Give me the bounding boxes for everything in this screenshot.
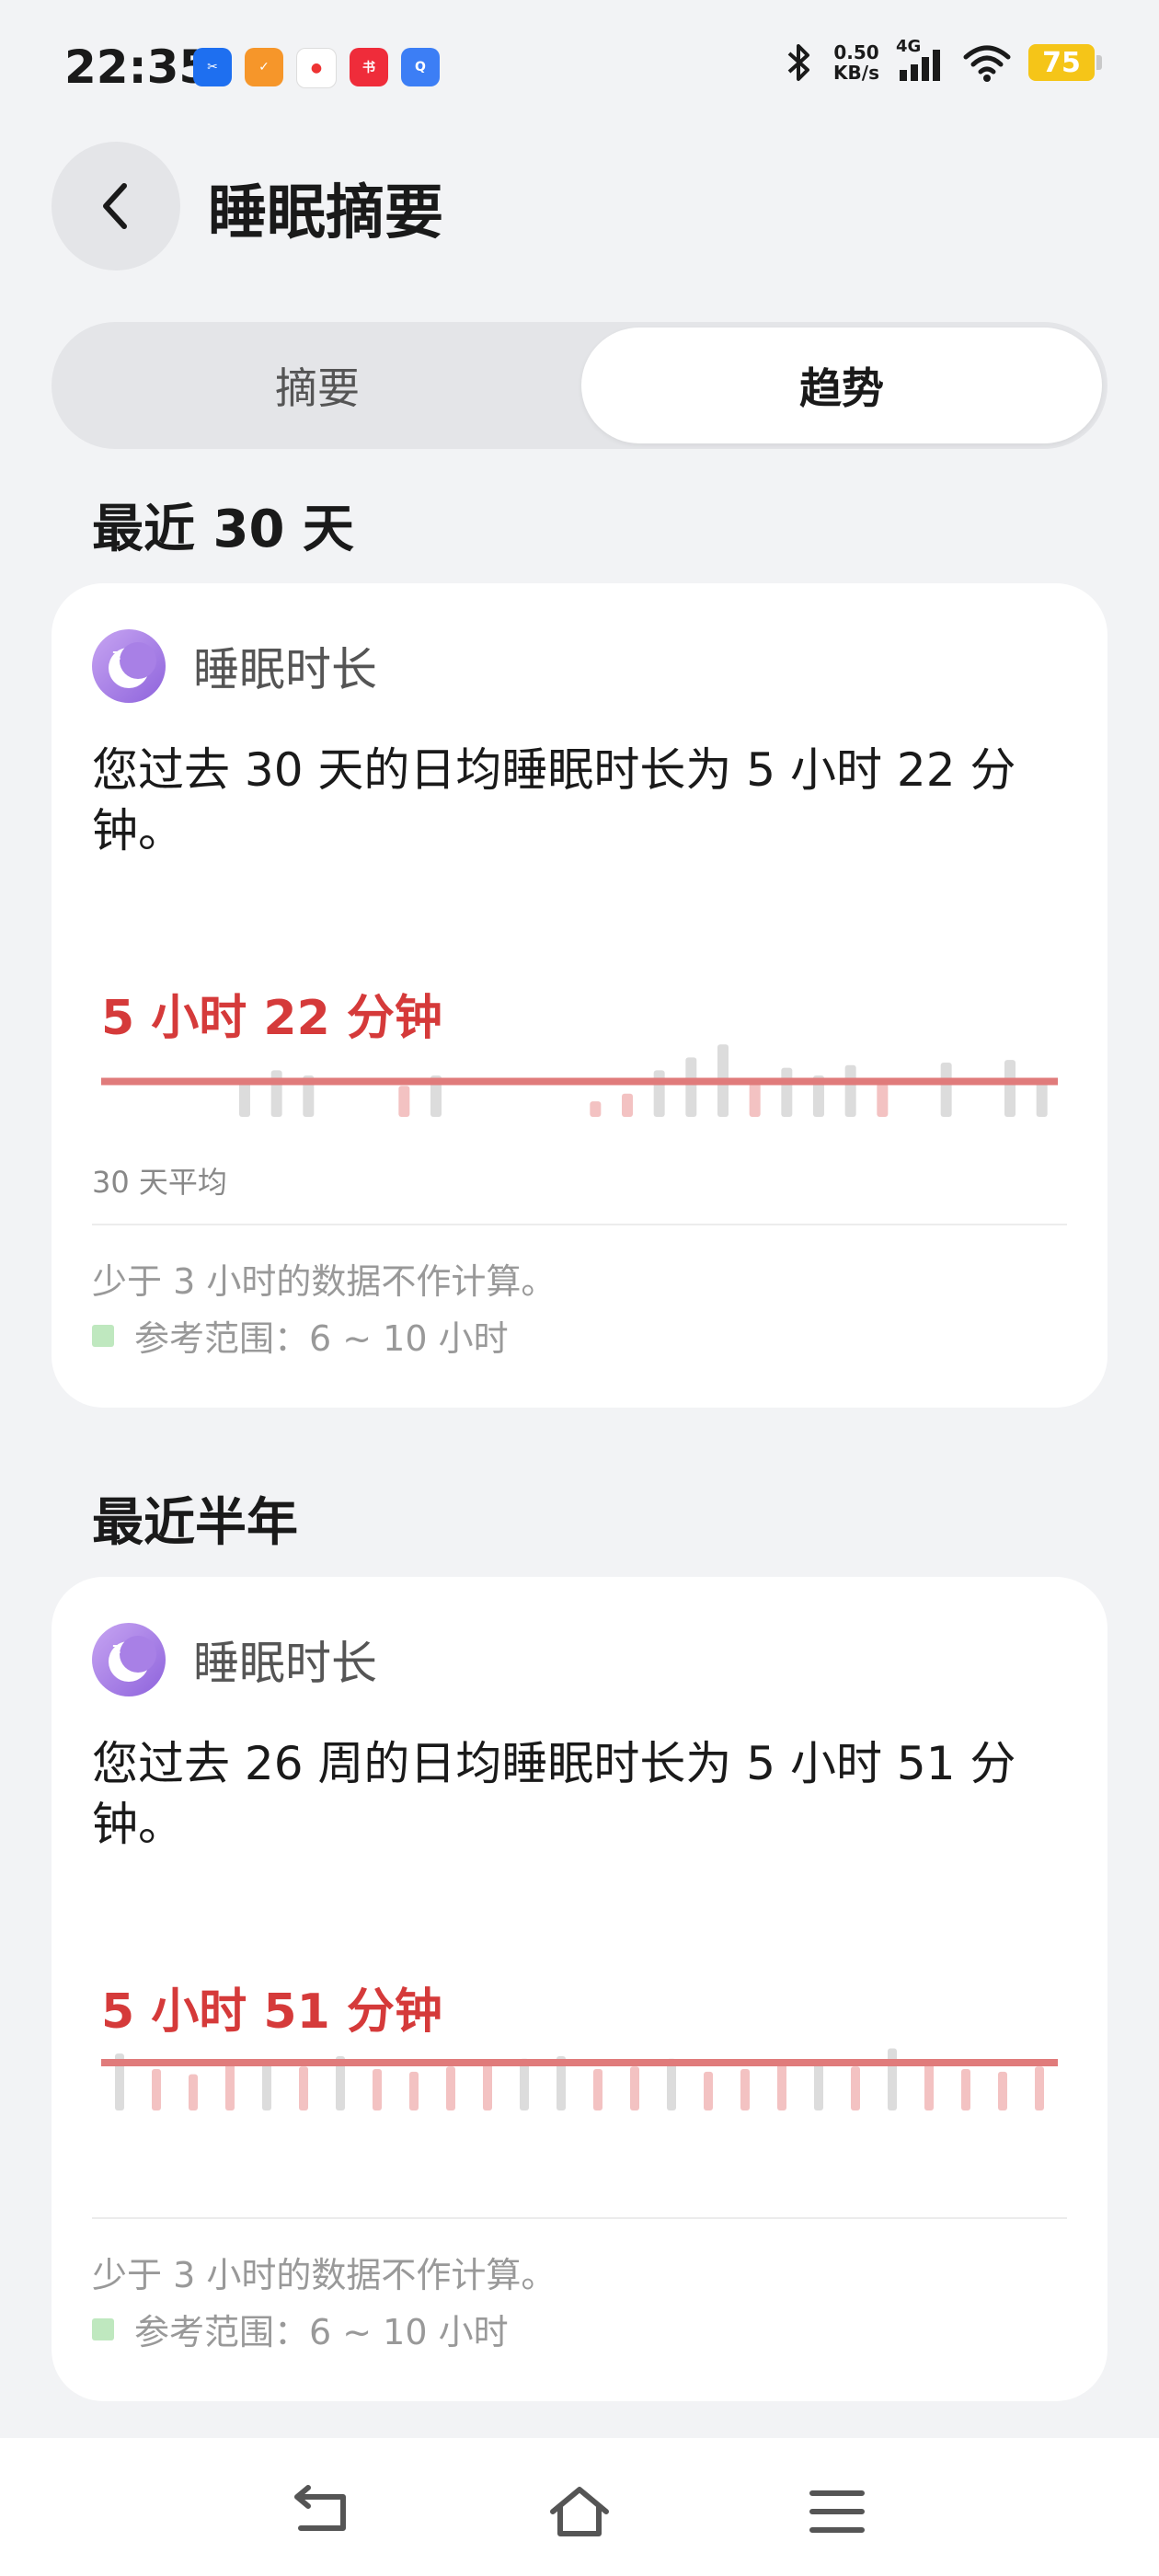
sleep-moon-icon: z xyxy=(92,1623,166,1696)
card-description: 您过去 26 周的日均睡眠时长为 5 小时 51 分钟。 xyxy=(92,1737,1016,1851)
average-caption: 30 天平均 xyxy=(92,1165,227,1200)
sleep-moon-icon: z xyxy=(92,629,166,703)
chart-bar xyxy=(961,2069,970,2110)
data-note: 少于 3 小时的数据不作计算。 xyxy=(92,1261,557,1302)
battery-indicator: 75 xyxy=(1028,44,1102,81)
signal-icon: 4G xyxy=(896,37,946,83)
chart-bar xyxy=(1035,2066,1044,2110)
chart-bar xyxy=(152,2069,161,2110)
card-header: z 睡眠时长 xyxy=(92,1623,377,1696)
tab-summary[interactable]: 摘要 xyxy=(57,328,578,443)
wifi-icon xyxy=(963,45,1011,82)
reference-legend: 参考范围：6 ~ 10 小时 xyxy=(92,1310,509,1361)
chart-bar xyxy=(1036,1080,1048,1117)
chart-bar xyxy=(299,2066,308,2110)
card-label: 睡眠时长 xyxy=(193,643,377,696)
card-label: 睡眠时长 xyxy=(193,1637,377,1690)
chart-bar xyxy=(749,1083,761,1117)
network-speed-unit: KB/s xyxy=(833,62,879,84)
chart-bar xyxy=(685,1057,697,1117)
chart-bar xyxy=(667,2058,676,2110)
section-title-30-days: 最近 30 天 xyxy=(92,500,354,559)
chart-bar xyxy=(1004,1060,1016,1117)
reference-swatch xyxy=(92,1324,114,1347)
chart-bar xyxy=(877,1083,889,1117)
app-orange-icon: ✓ xyxy=(245,48,283,86)
maps-icon: ● xyxy=(296,48,337,88)
average-label: 5 小时 51 分钟 xyxy=(101,1984,442,2040)
card-description: 您过去 30 天的日均睡眠时长为 5 小时 22 分钟。 xyxy=(92,743,1016,857)
chart-bar xyxy=(262,2061,271,2110)
chart-bar xyxy=(446,2066,455,2110)
section-title-half-year: 最近半年 xyxy=(92,1493,298,1553)
chart-bar xyxy=(483,2064,492,2110)
nav-menu-button[interactable] xyxy=(805,2484,869,2539)
nav-back-button[interactable] xyxy=(290,2484,354,2539)
reference-range-text: 参考范围：6 ~ 10 小时 xyxy=(134,1318,509,1359)
reference-swatch xyxy=(92,2317,114,2340)
chart-bar xyxy=(888,2048,897,2110)
chart-bar xyxy=(630,2066,639,2110)
chart-bar xyxy=(777,2064,786,2110)
nav-home-button[interactable] xyxy=(547,2484,612,2539)
sleep-duration-card-half-year[interactable]: z 睡眠时长 您过去 26 周的日均睡眠时长为 5 小时 51 分钟。 5 小时… xyxy=(52,1577,1107,2401)
chart-bar xyxy=(409,2071,419,2110)
chart-bar xyxy=(851,2066,860,2110)
chart-bar xyxy=(225,2064,235,2110)
system-nav-bar xyxy=(0,2438,1159,2576)
xiaohongshu-icon: 书 xyxy=(350,48,388,86)
back-button[interactable] xyxy=(52,142,180,270)
reference-range-text: 参考范围：6 ~ 10 小时 xyxy=(134,2312,509,2352)
chart-bar xyxy=(520,2058,529,2110)
chart-bar xyxy=(844,1064,856,1117)
chart-bar xyxy=(998,2071,1007,2110)
chart-bar xyxy=(781,1067,793,1117)
chart-bar xyxy=(189,2074,198,2110)
chart-bar xyxy=(814,2061,823,2110)
status-bar: 22:35 ✂ ✓ ● 书 Q 0.50 KB/s 4G 75 xyxy=(0,0,1159,138)
divider xyxy=(92,2217,1067,2219)
chart-bar xyxy=(593,2069,602,2110)
tab-trend[interactable]: 趋势 xyxy=(581,328,1102,443)
status-time: 22:35 xyxy=(64,40,212,94)
chart-bar xyxy=(740,2069,750,2110)
reference-legend: 参考范围：6 ~ 10 小时 xyxy=(92,2304,509,2354)
chart-bar xyxy=(270,1070,282,1117)
page-title: 睡眠摘要 xyxy=(208,179,443,247)
average-label: 5 小时 22 分钟 xyxy=(101,991,442,1046)
app-blue-icon: ✂ xyxy=(193,48,232,86)
chart-bar xyxy=(373,2069,382,2110)
network-speed: 0.50 KB/s xyxy=(833,42,879,83)
chart-bar xyxy=(590,1101,602,1117)
sleep-duration-card-30-days[interactable]: z 睡眠时长 您过去 30 天的日均睡眠时长为 5 小时 22 分钟。 5 小时… xyxy=(52,583,1107,1408)
chevron-left-icon xyxy=(103,183,127,229)
browser-icon: Q xyxy=(401,48,440,86)
tab-bar: 摘要 趋势 xyxy=(52,322,1107,449)
chart-bar xyxy=(653,1070,665,1117)
notification-icons: ✂ ✓ ● 书 Q xyxy=(193,48,440,88)
divider xyxy=(92,1224,1067,1225)
chart-bar xyxy=(704,2071,713,2110)
chart-bar xyxy=(924,2064,934,2110)
data-note: 少于 3 小时的数据不作计算。 xyxy=(92,2255,557,2295)
bluetooth-icon xyxy=(787,44,810,81)
network-speed-value: 0.50 xyxy=(833,41,879,63)
sleep-chart-30-days: 5 小时 22 分钟 xyxy=(101,991,1058,1117)
chart-bar xyxy=(398,1086,410,1117)
chart-bar xyxy=(940,1062,952,1117)
status-right: 0.50 KB/s 4G 75 xyxy=(780,37,1102,83)
sleep-chart-half-year: 5 小时 51 分钟 xyxy=(101,1984,1058,2110)
card-header: z 睡眠时长 xyxy=(92,629,377,703)
chart-bar xyxy=(622,1093,633,1117)
